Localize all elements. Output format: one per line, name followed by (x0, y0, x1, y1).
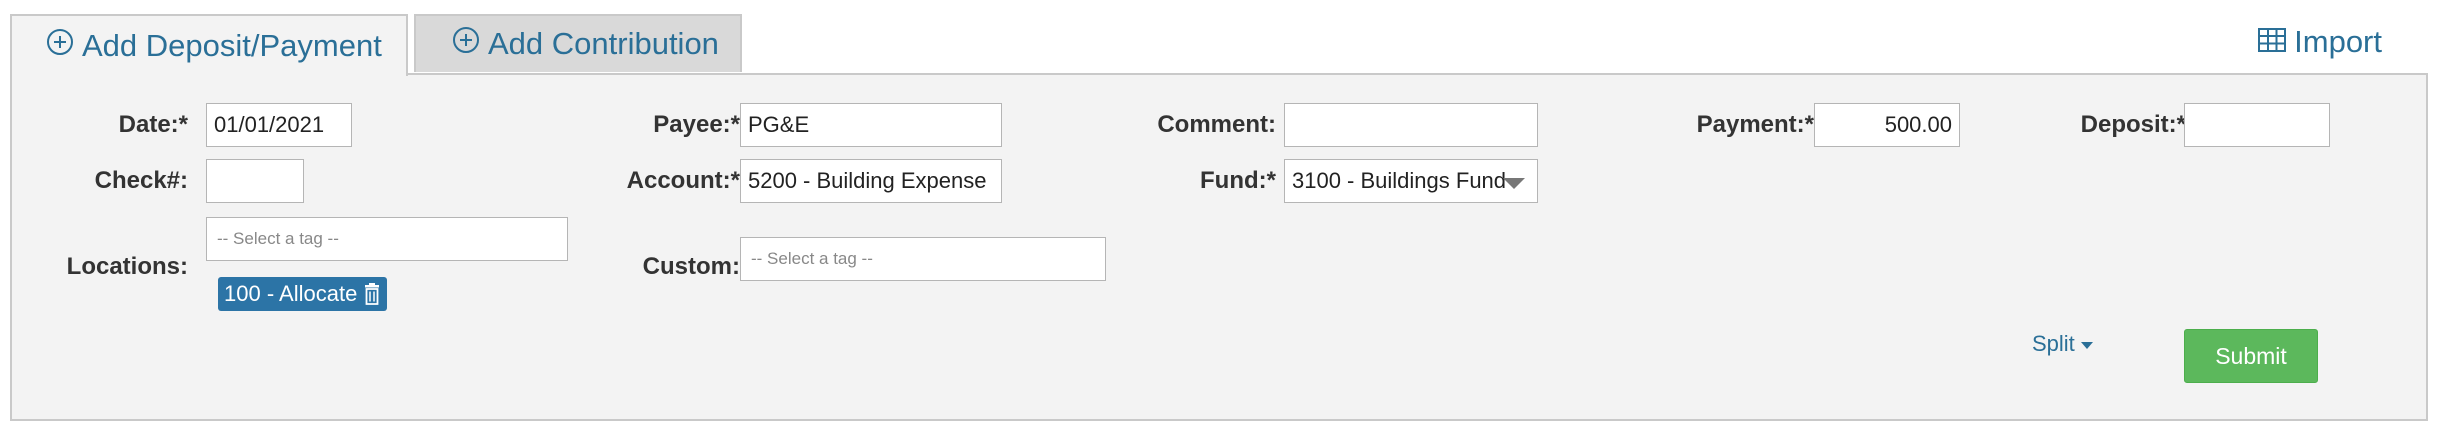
payment-field[interactable]: 500.00 (1814, 103, 1960, 147)
check-label: Check#: (94, 167, 188, 194)
deposit-label: Deposit:* (2080, 111, 2186, 138)
locations-tag-select[interactable]: -- Select a tag -- (206, 217, 568, 261)
deposit-payment-form: Date:* 01/01/2021 Payee:* PG&E Comment: … (10, 73, 2428, 421)
payment-label: Payment:* (1696, 111, 1814, 138)
date-field[interactable]: 01/01/2021 (206, 103, 352, 147)
date-label: Date:* (118, 111, 188, 138)
import-link[interactable]: Import (2258, 24, 2382, 60)
payee-field[interactable]: PG&E (740, 103, 1002, 147)
tab-add-contribution[interactable]: Add Contribution (414, 14, 742, 72)
fund-selected-value: 3100 - Buildings Fund (1292, 168, 1507, 193)
comment-field[interactable] (1284, 103, 1538, 147)
deposit-field[interactable] (2184, 103, 2330, 147)
locations-label: Locations: (66, 253, 188, 280)
check-field[interactable] (206, 159, 304, 203)
fund-select[interactable]: 3100 - Buildings Fund (1284, 159, 1538, 203)
account-field[interactable]: 5200 - Building Expense (740, 159, 1002, 203)
table-icon (2258, 24, 2287, 60)
import-label: Import (2294, 24, 2382, 59)
custom-label: Custom: (642, 253, 740, 280)
caret-down-icon (2080, 341, 2093, 349)
comment-label: Comment: (1157, 111, 1276, 138)
caret-down-icon (1503, 178, 1525, 189)
payee-label: Payee:* (653, 111, 740, 138)
split-label: Split (2032, 331, 2075, 356)
tab-label: Add Deposit/Payment (82, 28, 382, 63)
split-dropdown[interactable]: Split (2032, 331, 2093, 357)
custom-tag-select[interactable]: -- Select a tag -- (740, 237, 1106, 281)
account-label: Account:* (626, 167, 740, 194)
circle-plus-icon (452, 26, 480, 62)
location-tag-label: 100 - Allocate (224, 281, 358, 306)
submit-button[interactable]: Submit (2184, 329, 2318, 383)
tab-label: Add Contribution (488, 26, 719, 61)
trash-icon[interactable] (363, 283, 381, 305)
tab-add-deposit-payment[interactable]: Add Deposit/Payment (10, 14, 408, 76)
circle-plus-icon (46, 28, 74, 64)
fund-label: Fund:* (1200, 167, 1276, 194)
location-tag-chip: 100 - Allocate (218, 277, 388, 311)
